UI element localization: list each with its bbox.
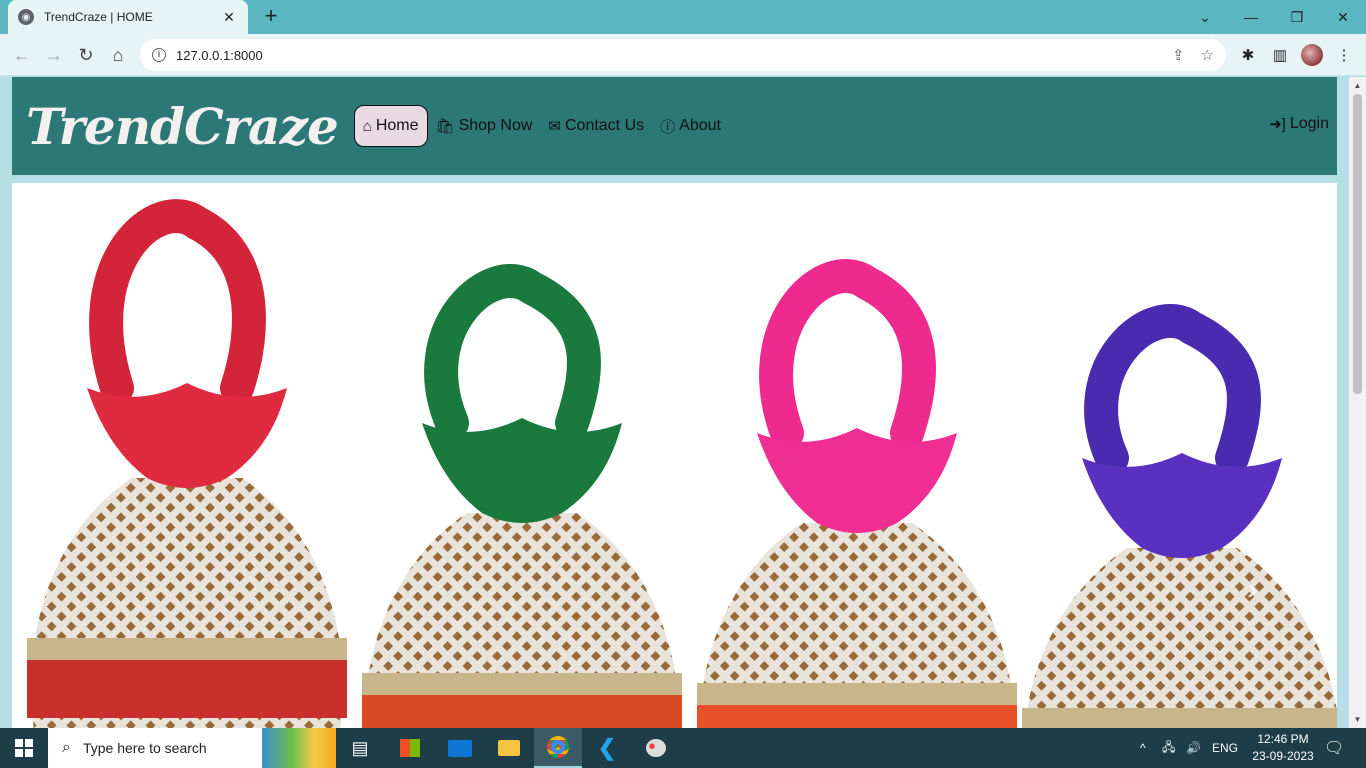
potli-bag <box>27 199 347 728</box>
nav-about[interactable]: ⓘ About <box>652 106 729 146</box>
login-label: Login <box>1289 115 1329 132</box>
address-bar[interactable]: i 127.0.0.1:8000 ⇪ ☆ <box>140 39 1226 71</box>
nav-shop-label: Shop Now <box>458 117 533 134</box>
taskbar-clock[interactable]: 12:46 PM 23-09-2023 <box>1248 731 1318 765</box>
potli-bag <box>697 259 1017 728</box>
windows-logo-icon <box>15 739 33 757</box>
share-icon[interactable]: ⇪ <box>1172 46 1185 64</box>
nav-shop-now[interactable]: 🛍 Shop Now <box>428 106 541 146</box>
bag-handle <box>759 259 936 450</box>
close-window-button[interactable]: ✕ <box>1320 0 1366 34</box>
browser-tab[interactable]: ◉ TrendCraze | HOME ✕ <box>8 0 248 34</box>
bag-band <box>697 703 1017 728</box>
page-viewport: TrendCraze ⌂ Home 🛍 Shop Now ✉ Contact U… <box>0 77 1349 728</box>
bag-ruffle <box>87 383 287 488</box>
notification-icon[interactable]: 🗨 <box>1324 728 1344 768</box>
bag-ruffle <box>1082 453 1282 558</box>
bag-lace <box>362 673 682 695</box>
url-text[interactable]: 127.0.0.1:8000 <box>176 48 1156 63</box>
minimize-button[interactable]: — <box>1228 0 1274 34</box>
carousel-next-button[interactable]: › <box>1247 573 1257 607</box>
file-explorer-icon[interactable] <box>485 728 533 768</box>
tab-title: TrendCraze | HOME <box>44 10 153 24</box>
network-icon[interactable]: 🖧 <box>1162 728 1175 768</box>
extensions-icon[interactable]: ✱ <box>1238 45 1258 65</box>
back-button[interactable]: ← <box>9 42 35 68</box>
new-tab-button[interactable]: + <box>258 4 284 30</box>
menu-kebab-icon[interactable]: ⋮ <box>1334 45 1354 65</box>
forward-button[interactable]: → <box>41 42 67 68</box>
envelope-icon: ✉ <box>548 118 561 135</box>
bag-ruffle <box>757 428 957 533</box>
bag-handle <box>89 199 266 405</box>
login-link[interactable]: ➜] Login <box>1269 115 1329 133</box>
paint-icon[interactable] <box>632 728 680 768</box>
nav-list: ⌂ Home 🛍 Shop Now ✉ Contact Us ⓘ About <box>353 105 729 147</box>
info-circle-icon: ⓘ <box>660 118 676 136</box>
restore-button[interactable]: ❐ <box>1274 0 1320 34</box>
nav-home-label: Home <box>375 117 419 134</box>
scroll-down-arrow-icon[interactable]: ▼ <box>1349 711 1366 728</box>
scroll-thumb[interactable] <box>1353 94 1362 394</box>
language-indicator[interactable]: ENG <box>1212 728 1238 768</box>
windows-taskbar: ⌕ Type here to search ▤ ❮ ^ 🖧 🔊 ENG 12:4… <box>0 728 1366 768</box>
search-placeholder: Type here to search <box>82 740 207 756</box>
browser-toolbar: ← → ↻ ⌂ i 127.0.0.1:8000 ⇪ ☆ <box>0 34 1366 76</box>
bag-band <box>362 693 682 728</box>
home-icon: ⌂ <box>362 117 372 135</box>
bag-body <box>1025 548 1337 728</box>
mail-icon[interactable] <box>436 728 484 768</box>
vscode-icon[interactable]: ❮ <box>583 728 631 768</box>
show-hidden-icons-chevron[interactable]: ^ <box>1140 728 1146 768</box>
profile-avatar[interactable] <box>1301 44 1323 66</box>
microsoft-store-icon[interactable] <box>386 728 434 768</box>
nav-contact-label: Contact Us <box>564 117 645 134</box>
clock-time: 12:46 PM <box>1257 732 1309 746</box>
volume-icon[interactable]: 🔊 <box>1186 728 1201 768</box>
potli-bag <box>1022 304 1337 728</box>
hero-carousel: › <box>12 183 1337 728</box>
globe-icon: ◉ <box>18 9 34 25</box>
bag-ruffle <box>422 418 622 523</box>
bag-handle <box>424 264 601 440</box>
bag-band <box>27 658 347 718</box>
sign-in-icon: ➜] <box>1269 116 1286 133</box>
page-scrollbar[interactable]: ▲ ▼ <box>1349 77 1366 728</box>
scroll-up-arrow-icon[interactable]: ▲ <box>1349 77 1366 94</box>
tab-search-chevron-icon[interactable]: ⌄ <box>1182 0 1228 34</box>
bag-lace <box>697 683 1017 705</box>
nav-about-label: About <box>679 117 721 134</box>
site-info-icon[interactable]: i <box>152 48 166 62</box>
search-highlight-image <box>262 728 336 768</box>
reload-button[interactable]: ↻ <box>73 42 99 68</box>
task-view-icon[interactable]: ▤ <box>336 728 384 768</box>
carousel-image-potli-bags <box>27 199 1337 728</box>
taskbar-search-box[interactable]: ⌕ Type here to search <box>48 728 336 768</box>
bag-handle <box>1084 304 1261 475</box>
potli-bag <box>362 264 682 728</box>
nav-contact-us[interactable]: ✉ Contact Us <box>540 106 652 146</box>
chrome-icon[interactable] <box>534 728 582 768</box>
bookmark-star-icon[interactable]: ☆ <box>1201 46 1214 64</box>
nav-home[interactable]: ⌂ Home <box>353 105 428 147</box>
clock-date: 23-09-2023 <box>1252 749 1314 763</box>
side-panel-icon[interactable]: ▥ <box>1270 45 1290 65</box>
bag-lace <box>27 638 347 660</box>
shopping-bag-icon: 🛍 <box>435 118 455 135</box>
start-button[interactable] <box>0 728 48 768</box>
search-icon: ⌕ <box>62 739 71 756</box>
home-button[interactable]: ⌂ <box>105 42 131 68</box>
bag-lace <box>1022 708 1337 728</box>
close-tab-icon[interactable]: ✕ <box>220 9 238 26</box>
browser-titlebar: ◉ TrendCraze | HOME ✕ + ⌄ — ❐ ✕ <box>0 0 1366 34</box>
site-navbar: TrendCraze ⌂ Home 🛍 Shop Now ✉ Contact U… <box>12 77 1337 175</box>
brand-logo[interactable]: TrendCraze <box>26 97 339 156</box>
